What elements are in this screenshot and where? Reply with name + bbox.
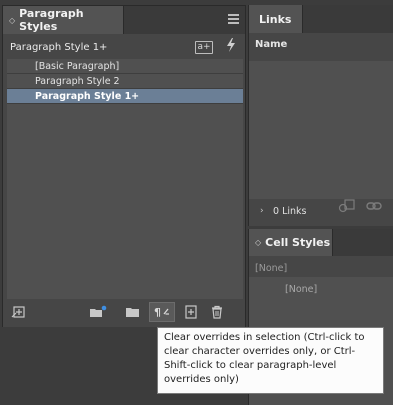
cell-current-style: [None] [255,263,288,274]
create-style-from-selection-button[interactable]: a+ [195,41,213,54]
collapse-chevron-icon[interactable]: ◇ [255,238,261,247]
load-styles-icon[interactable] [11,305,27,319]
tab-cell-styles[interactable]: ◇ Cell Styles [249,229,333,256]
tab-cell-styles-label: Cell Styles [265,236,331,249]
cell-style-item-none[interactable]: [None] [285,284,317,295]
links-panel: Links Name › 0 Links [248,5,393,226]
folder-icon[interactable] [125,305,141,319]
style-item-paragraph-style-1[interactable]: Paragraph Style 1+ [7,89,243,104]
delete-icon[interactable] [209,305,225,319]
chevron-right-icon[interactable]: › [260,206,264,216]
links-list [249,61,393,199]
go-to-link-icon[interactable] [365,199,383,213]
paragraph-styles-panel: ◇ Paragraph Styles Paragraph Style 1+ a+… [2,5,246,327]
cell-styles-tab-bar: ◇ Cell Styles [249,229,393,256]
new-style-group-icon[interactable] [89,305,107,319]
tab-paragraph-styles[interactable]: ◇ Paragraph Styles [3,6,124,34]
clear-overrides-button[interactable]: ¶ [149,302,175,322]
clear-overrides-icon: ¶ [154,306,169,319]
collapse-chevron-icon[interactable]: ◇ [9,16,15,25]
quick-apply-lightning-icon[interactable] [225,38,237,54]
style-item-paragraph-style-2[interactable]: Paragraph Style 2 [7,74,243,89]
links-tab-bar: Links [249,5,393,33]
links-column-header-name[interactable]: Name [249,33,393,61]
panel-menu-icon[interactable] [228,14,239,24]
new-style-icon[interactable] [183,305,199,319]
clear-overrides-tooltip: Clear overrides in selection (Ctrl-click… [157,327,384,394]
tab-paragraph-styles-label: Paragraph Styles [19,7,84,33]
paragraph-styles-list: [Basic Paragraph] Paragraph Style 2 Para… [7,59,243,299]
current-style-name: Paragraph Style 1+ [10,41,108,53]
relink-icon[interactable] [338,199,356,213]
style-item-basic-paragraph[interactable]: [Basic Paragraph] [7,59,243,74]
paragraph-styles-tab-bar: ◇ Paragraph Styles [3,6,245,34]
links-count: 0 Links [273,206,307,217]
svg-text:¶: ¶ [154,306,161,319]
tab-links[interactable]: Links [249,5,303,33]
paragraph-styles-footer: ¶ [3,299,245,327]
